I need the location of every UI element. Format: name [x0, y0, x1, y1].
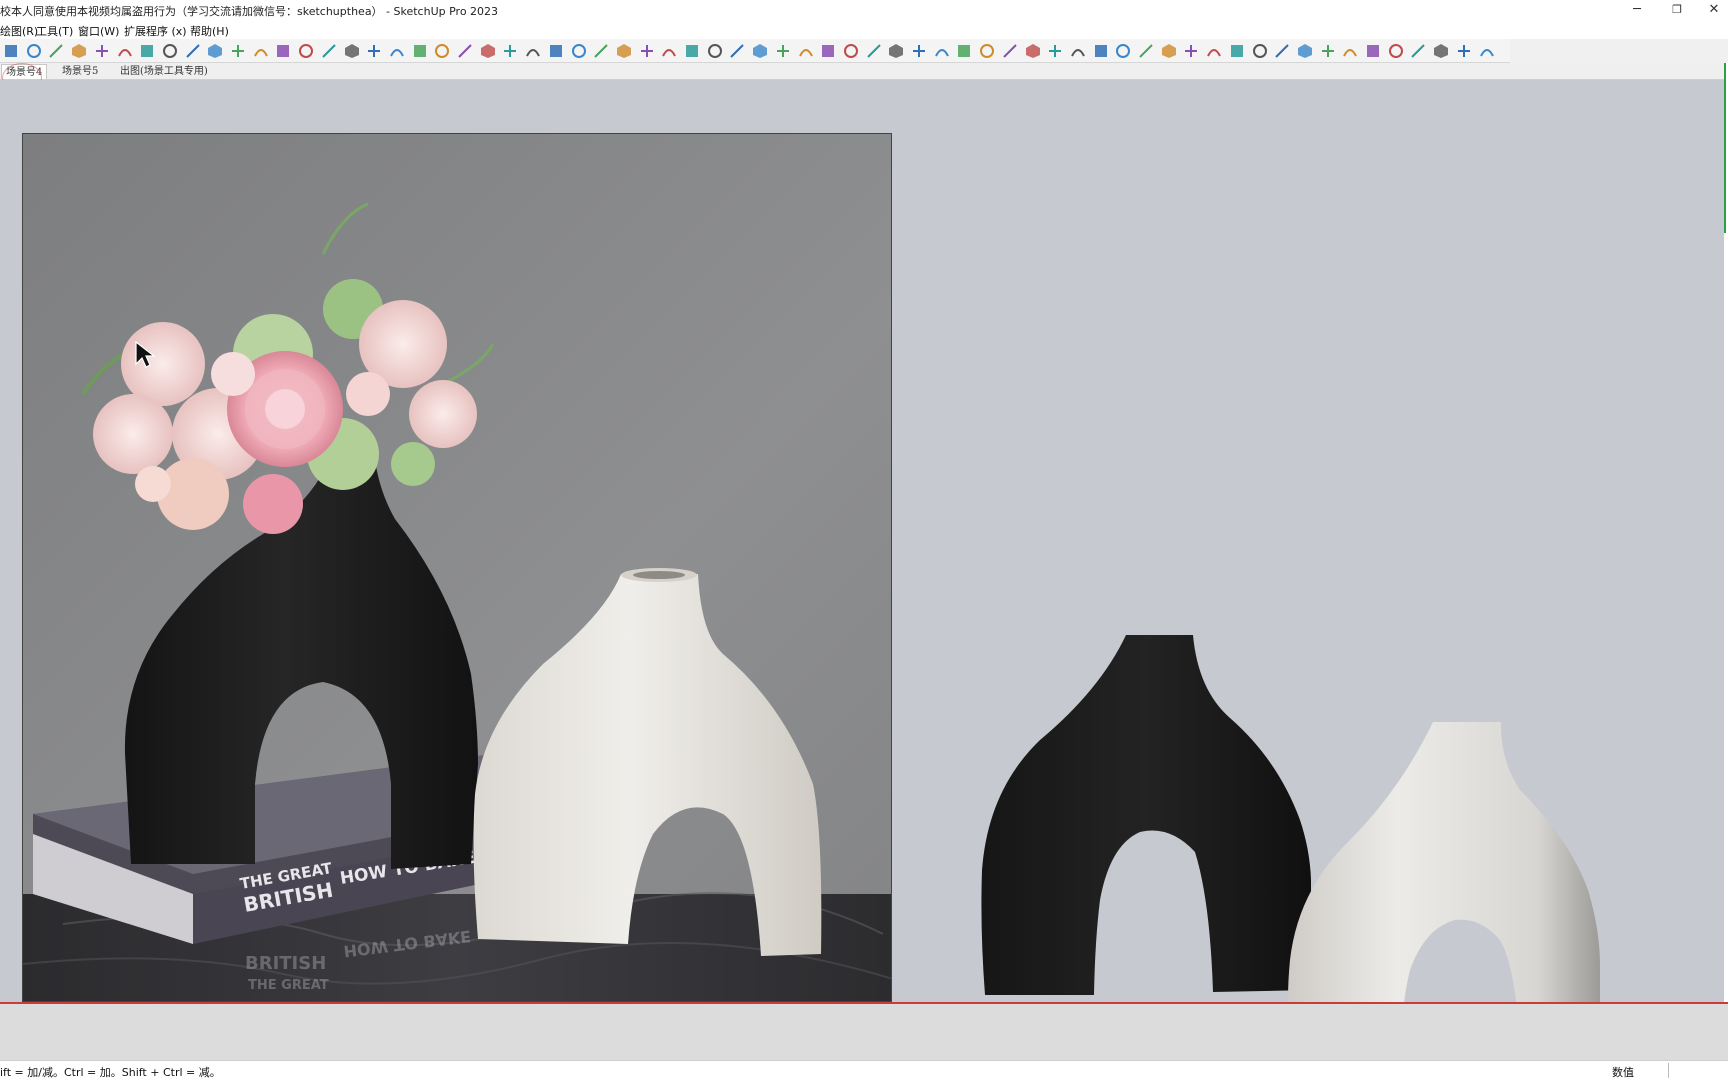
chart-line-icon[interactable] — [1273, 42, 1291, 60]
scene-tab-5[interactable]: 场景号5 — [58, 64, 102, 79]
flower-icon[interactable] — [1228, 42, 1246, 60]
title-bar: 校本人同意使用本视频均属盗用行为（学习交流请加微信号：sketchupthea）… — [0, 0, 1728, 21]
shield-icon[interactable] — [320, 42, 338, 60]
close-x-icon[interactable] — [1478, 42, 1496, 60]
star-icon[interactable] — [1114, 42, 1132, 60]
minus-icon[interactable] — [570, 42, 588, 60]
measurements-input[interactable] — [1668, 1063, 1726, 1078]
wave-icon[interactable] — [1205, 42, 1223, 60]
window-title: 校本人同意使用本视频均属盗用行为（学习交流请加微信号：sketchupthea）… — [0, 5, 499, 18]
lower-panel — [0, 1004, 1728, 1060]
curve-icon[interactable] — [388, 42, 406, 60]
grid-mesh-icon[interactable] — [728, 42, 746, 60]
move-icon[interactable] — [161, 42, 179, 60]
status-hint-text: ift = 加/减。Ctrl = 加。Shift + Ctrl = 减。 — [0, 1066, 221, 1079]
square-icon[interactable] — [501, 42, 519, 60]
menu-window[interactable]: 窗口(W) — [78, 23, 119, 39]
grid-blue-icon[interactable] — [683, 42, 701, 60]
measurements-label: 数值 — [1612, 1066, 1634, 1079]
minimize-button[interactable]: ─ — [1617, 0, 1657, 21]
grid-mixed-icon[interactable] — [774, 42, 792, 60]
scroll-thumb[interactable] — [1724, 63, 1726, 233]
layout-icon[interactable] — [25, 42, 43, 60]
sandbox-icon[interactable] — [47, 42, 65, 60]
eye-tilt2-icon[interactable] — [1364, 42, 1382, 60]
menu-extensions[interactable]: 扩展程序 (x) — [124, 23, 187, 39]
tape-measure-icon[interactable] — [229, 42, 247, 60]
align-top-icon[interactable] — [615, 42, 633, 60]
stair-icon[interactable] — [1046, 42, 1064, 60]
reflection-line1: BRITISH — [245, 953, 326, 974]
scatter-icon[interactable] — [910, 42, 928, 60]
menu-tools[interactable]: 工具(T) — [36, 23, 73, 39]
ribbon-icon[interactable] — [1387, 42, 1405, 60]
spiral-icon[interactable] — [116, 42, 134, 60]
window-icon[interactable] — [865, 42, 883, 60]
status-bar: ift = 加/减。Ctrl = 加。Shift + Ctrl = 减。 数值 — [0, 1060, 1728, 1080]
scene-tabs: 场景号4 场景号5 出图(场景工具专用) — [0, 63, 1728, 80]
fold-icon[interactable] — [978, 42, 996, 60]
dimension-icon[interactable] — [479, 42, 497, 60]
grid-mesh2-icon[interactable] — [751, 42, 769, 60]
cube-icon[interactable] — [274, 42, 292, 60]
grid-blue2-icon[interactable] — [706, 42, 724, 60]
diagonal-box-icon[interactable] — [524, 42, 542, 60]
mouse-cursor-icon — [135, 340, 156, 368]
scene-tab-render[interactable]: 出图(场景工具专用) — [116, 64, 212, 79]
bend-icon[interactable] — [1001, 42, 1019, 60]
lines-icon[interactable] — [547, 42, 565, 60]
main-toolbar — [0, 39, 1510, 63]
pipe-icon[interactable] — [1069, 42, 1087, 60]
dial-icon[interactable] — [1092, 42, 1110, 60]
connector-icon[interactable] — [1409, 42, 1427, 60]
rendered-vases-model[interactable] — [960, 540, 1660, 1002]
lock-people-icon[interactable] — [1160, 42, 1178, 60]
tree-icon[interactable] — [1182, 42, 1200, 60]
arrow-scatter-icon[interactable] — [887, 42, 905, 60]
close-button[interactable]: ✕ — [1694, 0, 1728, 21]
target-icon[interactable] — [1455, 42, 1473, 60]
cube-grid-icon[interactable] — [297, 42, 315, 60]
box-icon[interactable] — [93, 42, 111, 60]
arc-icon[interactable] — [955, 42, 973, 60]
scale-icon[interactable] — [206, 42, 224, 60]
red-square-icon[interactable] — [797, 42, 815, 60]
line-icon[interactable] — [411, 42, 429, 60]
align-center-icon[interactable] — [592, 42, 610, 60]
select-icon[interactable] — [138, 42, 156, 60]
pencil-icon[interactable] — [2, 42, 20, 60]
right-panel-scrollbar[interactable] — [1724, 63, 1728, 1002]
menu-draw[interactable]: 绘图(R) — [0, 23, 38, 39]
reference-photo-image[interactable]: THE GREAT BRITISH HOW TO BAKE HOW TO BAK… — [22, 133, 892, 1002]
rotate-icon[interactable] — [184, 42, 202, 60]
dual-rect-icon[interactable] — [1432, 42, 1450, 60]
gradient-icon[interactable] — [1319, 42, 1337, 60]
reflection-line2: THE GREAT — [248, 978, 329, 993]
menu-help[interactable]: 帮助(H) — [190, 23, 229, 39]
sphere-grid-icon[interactable] — [1251, 42, 1269, 60]
eraser-icon[interactable] — [842, 42, 860, 60]
component-icon[interactable] — [252, 42, 270, 60]
menu-bar: 绘图(R) 工具(T) 窗口(W) 扩展程序 (x) 帮助(H) — [0, 21, 1728, 39]
eye-tilt-icon[interactable] — [1341, 42, 1359, 60]
restore-button[interactable]: ❐ — [1657, 0, 1697, 21]
slope-icon[interactable] — [1296, 42, 1314, 60]
photo-texture-icon[interactable] — [819, 42, 837, 60]
axes-icon[interactable] — [456, 42, 474, 60]
diagonal-line-icon[interactable] — [933, 42, 951, 60]
trim-icon[interactable] — [638, 42, 656, 60]
intersect-icon[interactable] — [433, 42, 451, 60]
shield-outline-icon[interactable] — [1137, 42, 1155, 60]
model-viewport[interactable]: THE GREAT BRITISH HOW TO BAKE HOW TO BAK… — [0, 80, 1724, 1002]
spiral-curve-icon[interactable] — [1024, 42, 1042, 60]
sphere-icon[interactable] — [70, 42, 88, 60]
gear-icon[interactable] — [365, 42, 383, 60]
grid-icon[interactable] — [660, 42, 678, 60]
paint-bucket-icon[interactable] — [343, 42, 361, 60]
